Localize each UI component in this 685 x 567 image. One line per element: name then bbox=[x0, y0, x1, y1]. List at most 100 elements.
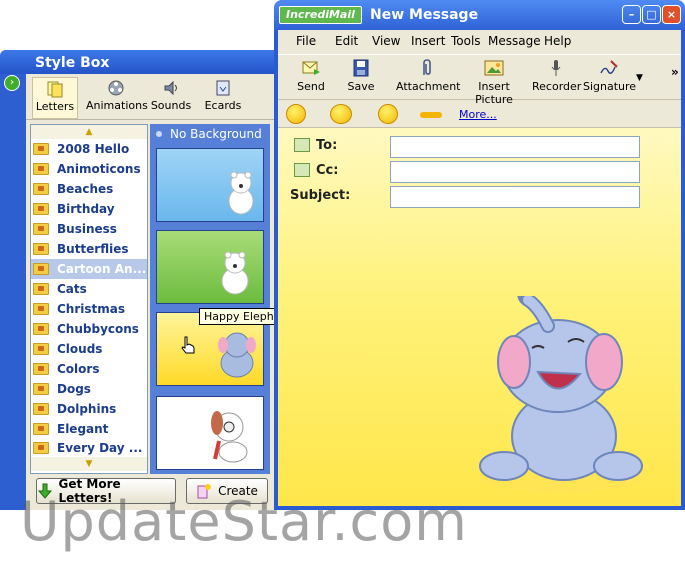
category-label: Elegant bbox=[57, 422, 109, 436]
paperclip-icon bbox=[423, 59, 431, 75]
folder-icon bbox=[33, 303, 49, 315]
category-item[interactable]: Cats bbox=[31, 279, 147, 299]
tab-sounds-label: Sounds bbox=[150, 99, 192, 112]
menu-message[interactable]: Message bbox=[488, 34, 541, 48]
more-emoticons-link[interactable]: More... bbox=[459, 108, 497, 121]
folder-icon bbox=[33, 383, 49, 395]
tab-letters[interactable]: Letters bbox=[32, 77, 78, 119]
collapse-arrow-icon[interactable]: › bbox=[4, 75, 20, 91]
no-background-option[interactable]: No Background bbox=[150, 124, 270, 144]
recorder-label: Recorder bbox=[532, 80, 582, 93]
scroll-up-arrow-icon[interactable]: ▲ bbox=[31, 125, 147, 139]
thumbs-up-emoticon-icon[interactable] bbox=[378, 104, 398, 124]
letter-thumbnail-dog[interactable] bbox=[156, 396, 264, 470]
folder-icon bbox=[33, 283, 49, 295]
category-item[interactable]: 2008 Hello bbox=[31, 139, 147, 159]
polar-bear-image bbox=[228, 171, 254, 215]
category-label: Dolphins bbox=[57, 402, 117, 416]
category-label: Chubbycons bbox=[57, 322, 139, 336]
address-book-icon[interactable] bbox=[294, 138, 310, 152]
send-icon bbox=[302, 61, 320, 75]
folder-icon bbox=[33, 363, 49, 375]
send-button[interactable]: Send bbox=[286, 59, 336, 93]
category-label: Beaches bbox=[57, 182, 114, 196]
signature-label: Signature bbox=[583, 80, 637, 93]
to-label: To: bbox=[316, 138, 338, 153]
sparkle-emoticon-icon[interactable] bbox=[330, 104, 352, 124]
category-item[interactable]: Every Day ... bbox=[31, 439, 147, 457]
minimize-icon[interactable]: – bbox=[622, 5, 641, 24]
letter-thumbnail-bear-green[interactable] bbox=[156, 230, 264, 304]
cc-label: Cc: bbox=[316, 163, 339, 178]
category-label: Christmas bbox=[57, 302, 126, 316]
style-box-title: Style Box bbox=[0, 50, 280, 74]
letter-thumbnails: No Background bbox=[150, 124, 270, 474]
menu-help[interactable]: Help bbox=[544, 34, 571, 48]
style-box-body: Letters Animations Sounds Ecards ▲ 2008 … bbox=[26, 74, 276, 510]
watermark-text: UpdateStar.com bbox=[20, 490, 468, 553]
category-item[interactable]: Animoticons bbox=[31, 159, 147, 179]
folder-icon bbox=[33, 223, 49, 235]
polar-bear-image bbox=[221, 251, 249, 295]
menu-file[interactable]: File bbox=[296, 34, 316, 48]
signature-dropdown-icon[interactable]: ▼ bbox=[636, 73, 643, 83]
insert-picture-button[interactable]: Insert Picture bbox=[461, 59, 527, 106]
picture-icon bbox=[484, 60, 504, 76]
category-item[interactable]: Christmas bbox=[31, 299, 147, 319]
letter-thumbnail-bear-blue[interactable] bbox=[156, 148, 264, 222]
toolbar-overflow-icon[interactable]: » bbox=[671, 65, 679, 79]
cc-field[interactable] bbox=[390, 161, 640, 183]
menu-tools[interactable]: Tools bbox=[451, 34, 481, 48]
tab-ecards[interactable]: Ecards bbox=[202, 77, 244, 119]
category-item[interactable]: Dolphins bbox=[31, 399, 147, 419]
category-item[interactable]: Dogs bbox=[31, 379, 147, 399]
category-item-selected[interactable]: Cartoon An... bbox=[31, 259, 147, 279]
recorder-button[interactable]: Recorder bbox=[532, 59, 582, 93]
dog-image bbox=[211, 411, 248, 463]
category-label: Dogs bbox=[57, 382, 91, 396]
wink-emoticon-icon[interactable] bbox=[420, 112, 442, 118]
scroll-down-arrow-icon[interactable]: ▼ bbox=[31, 457, 147, 471]
category-label: 2008 Hello bbox=[57, 142, 130, 156]
category-item[interactable]: Birthday bbox=[31, 199, 147, 219]
maximize-icon[interactable]: □ bbox=[642, 5, 661, 24]
save-button[interactable]: Save bbox=[338, 59, 384, 93]
smiley-emoticon-icon[interactable] bbox=[286, 104, 306, 124]
category-item[interactable]: Elegant bbox=[31, 419, 147, 439]
window-title: New Message bbox=[370, 7, 479, 23]
folder-icon bbox=[33, 203, 49, 215]
style-box-window: Style Box › Letters Animations Sounds Ec… bbox=[0, 50, 280, 510]
category-item[interactable]: Business bbox=[31, 219, 147, 239]
category-item[interactable]: Chubbycons bbox=[31, 319, 147, 339]
speaker-icon bbox=[164, 80, 177, 96]
menu-insert[interactable]: Insert bbox=[411, 34, 445, 48]
close-icon[interactable]: × bbox=[662, 5, 681, 24]
tab-animations[interactable]: Animations bbox=[86, 77, 148, 119]
folder-icon bbox=[33, 143, 49, 155]
address-book-icon[interactable] bbox=[294, 163, 310, 177]
toolbar: Send Save Attachment Insert Picture Reco… bbox=[278, 54, 681, 106]
subject-field[interactable] bbox=[390, 186, 640, 208]
to-field[interactable] bbox=[390, 136, 640, 158]
menu-edit[interactable]: Edit bbox=[335, 34, 358, 48]
folder-icon bbox=[33, 442, 49, 454]
menu-view[interactable]: View bbox=[372, 34, 400, 48]
category-label: Cartoon An... bbox=[57, 262, 147, 276]
folder-icon bbox=[33, 243, 49, 255]
ecard-icon bbox=[216, 80, 230, 96]
category-label: Business bbox=[57, 222, 117, 236]
category-label: Cats bbox=[57, 282, 87, 296]
category-item[interactable]: Beaches bbox=[31, 179, 147, 199]
category-item[interactable]: Butterflies bbox=[31, 239, 147, 259]
folder-icon bbox=[33, 163, 49, 175]
tab-sounds[interactable]: Sounds bbox=[150, 77, 192, 119]
hand-cursor-icon bbox=[181, 336, 195, 354]
signature-button[interactable]: Signature bbox=[583, 59, 637, 93]
message-body: File Edit View Insert Tools Message Help… bbox=[278, 30, 681, 506]
attachment-button[interactable]: Attachment bbox=[396, 59, 461, 93]
compose-area[interactable]: To: Cc: Subject: bbox=[278, 128, 681, 506]
category-list[interactable]: ▲ 2008 Hello Animoticons Beaches Birthda… bbox=[30, 124, 148, 474]
category-item[interactable]: Clouds bbox=[31, 339, 147, 359]
save-label: Save bbox=[347, 80, 375, 93]
category-item[interactable]: Colors bbox=[31, 359, 147, 379]
